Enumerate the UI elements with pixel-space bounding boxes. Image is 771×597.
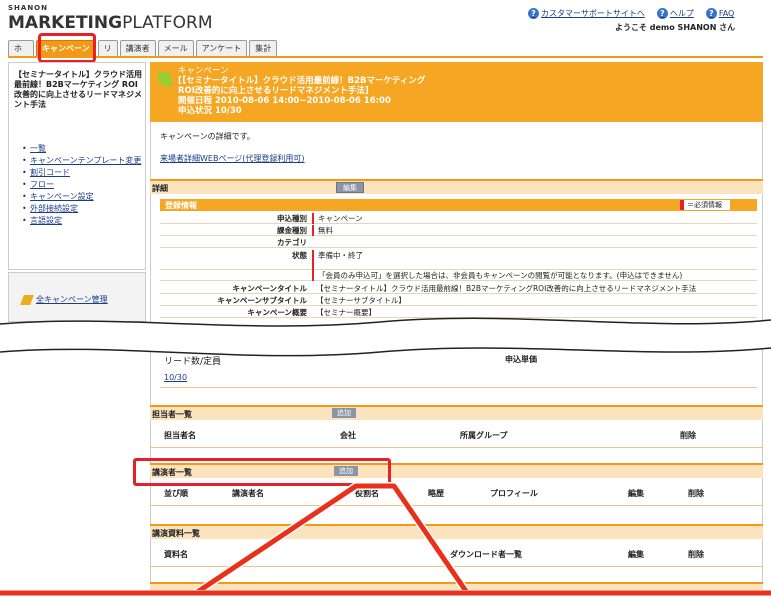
question-icon: ? <box>528 8 539 19</box>
field-row: カテゴリ <box>160 237 757 248</box>
sidebar-item-flow[interactable]: フロー <box>22 179 142 190</box>
sidebar-item-settings[interactable]: キャンペーン設定 <box>22 191 142 202</box>
field-row: 状態 準備中・終了 <box>160 250 757 270</box>
sidebar-menu: 一覧 キャンペーンテンプレート変更 割引コード フロー キャンペーン設定 外部接… <box>22 143 142 227</box>
intro-text: キャンペーンの詳細です。 <box>160 132 255 141</box>
banner-title2: ROI改善的に向上させるリードマネジメント手法] <box>178 86 369 96</box>
top-links: ? カスタマーサポートサイトへ ? ヘルプ ? FAQ <box>528 8 734 19</box>
callout-arrow <box>0 482 771 597</box>
tab-lecturer[interactable]: 講演者 <box>119 40 156 56</box>
col-header: 会社 <box>340 431 356 440</box>
banner-text: キャンペーン [【セミナータイトル】クラウド活用最前線！B2Bマーケティング R… <box>178 66 425 116</box>
tab-mail[interactable]: メール <box>157 40 194 56</box>
capacity-label: リード数/定員 <box>164 357 222 367</box>
tab-underline <box>8 56 763 58</box>
sidebar-title: 【セミナータイトル】クラウド活用最前線！B2Bマーケティング ROI改善的に向上… <box>14 70 142 109</box>
sidebar-item-language[interactable]: 言語設定 <box>22 215 142 226</box>
sidebar-item-template[interactable]: キャンペーンテンプレート変更 <box>22 155 142 166</box>
welcome-text: ようこそ demo SHANON さん <box>615 23 736 32</box>
field-row: キャンペーンタイトル 【セミナータイトル】クラウド活用最前線！B2Bマーケティング… <box>160 283 757 294</box>
col-header: 担当者名 <box>164 431 196 440</box>
capacity-value[interactable]: 10/30 <box>164 373 187 382</box>
brand-rest: PLATFORM <box>122 13 213 33</box>
sidebar-item-discount[interactable]: 割引コード <box>22 167 142 178</box>
tab-lead[interactable]: リード <box>97 40 118 56</box>
banner-title: [【セミナータイトル】クラウド活用最前線！B2Bマーケティング <box>178 76 426 86</box>
staff-section: 担当者一覧 追加 担当者名 会社 所属グループ 削除 <box>150 405 763 450</box>
leaf-icon <box>158 72 172 86</box>
pencil-icon <box>20 294 34 305</box>
brand-main: MARKETING <box>8 13 123 33</box>
banner-status: 申込状況 10/30 <box>178 106 242 116</box>
required-legend: ＝必須情報 <box>680 200 730 210</box>
all-campaigns-link[interactable]: 全キャンペーン管理 <box>20 294 108 305</box>
price-label: 申込単価 <box>505 355 537 364</box>
page-tear <box>0 317 771 357</box>
field-row: 課金種別 無料 <box>160 225 757 236</box>
brand-small: SHANON <box>8 4 48 12</box>
help-link[interactable]: ? ヘルプ <box>656 8 694 19</box>
field-row: 「会員のみ申込可」を選択した場合は、非会員もキャンペーンの閲覧が可能となります。… <box>160 270 757 281</box>
banner-date: 開催日程 2010-08-06 14:00~2010-08-06 16:00 <box>178 96 391 106</box>
tab-home[interactable]: ホーム <box>8 40 34 56</box>
detail-title: 詳細 <box>152 184 168 193</box>
campaign-tab-highlight <box>38 33 96 63</box>
registration-bar <box>160 199 757 211</box>
web-page-link[interactable]: 来場者詳細WEBページ(代理登録利用可) <box>160 153 305 164</box>
col-header: 所属グループ <box>460 431 508 440</box>
sidebar-item-list[interactable]: 一覧 <box>22 143 142 154</box>
brand-logo[interactable]: MARKETINGPLATFORM <box>8 13 213 33</box>
field-row: キャンペーンサブタイトル 【セミナーサブタイトル】 <box>160 295 757 306</box>
staff-body <box>150 420 763 448</box>
question-icon: ? <box>656 8 668 19</box>
staff-title: 担当者一覧 <box>152 410 192 419</box>
question-icon: ? <box>705 8 717 19</box>
support-link[interactable]: ? カスタマーサポートサイトへ <box>528 8 645 19</box>
banner-kind: キャンペーン <box>178 66 229 76</box>
tab-stats[interactable]: 集計 <box>249 40 278 56</box>
col-header: 削除 <box>680 431 696 440</box>
registration-title: 登録情報 <box>165 201 197 210</box>
detail-header: 詳細 編集 <box>150 179 763 194</box>
field-row: 申込種別 キャンペーン <box>160 213 757 224</box>
capacity-divider <box>160 387 757 388</box>
sidebar-item-external[interactable]: 外部接続設定 <box>22 203 142 214</box>
tab-survey[interactable]: アンケート <box>195 40 248 56</box>
detail-edit-button[interactable]: 編集 <box>336 182 364 193</box>
staff-header <box>150 405 763 420</box>
staff-add-button[interactable]: 追加 <box>332 408 356 418</box>
faq-link[interactable]: ? FAQ <box>705 8 734 19</box>
